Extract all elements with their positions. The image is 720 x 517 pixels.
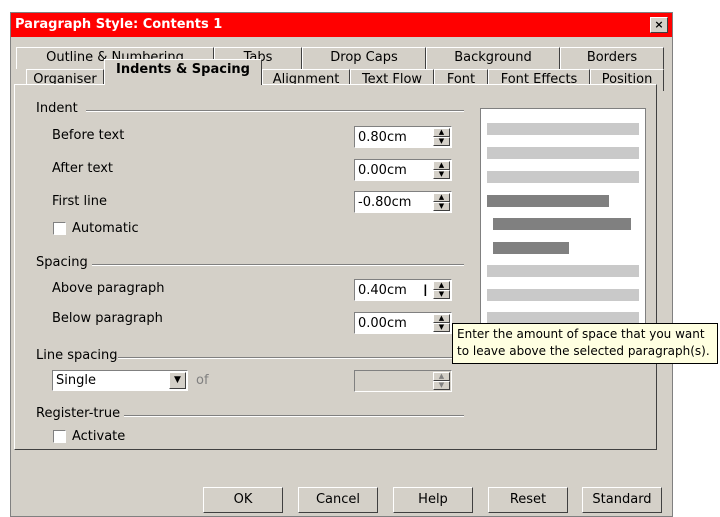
preview-line <box>487 171 639 183</box>
spacing-divider <box>92 264 464 266</box>
before-text-spinbox[interactable]: 0.80cm ▲ ▼ <box>354 126 452 148</box>
first-line-label: First line <box>52 194 107 209</box>
spin-up-icon[interactable]: ▲ <box>433 193 450 202</box>
help-tooltip: Enter the amount of space that you want … <box>452 323 718 364</box>
preview-current-line <box>493 242 569 254</box>
indent-heading: Indent <box>36 101 78 116</box>
tooltip-line-1: Enter the amount of space that you want <box>457 327 705 341</box>
chevron-down-icon[interactable]: ▼ <box>169 372 186 389</box>
spin-up-icon[interactable]: ▲ <box>433 128 450 137</box>
spin-down-icon[interactable]: ▼ <box>433 290 450 299</box>
below-paragraph-spinbox[interactable]: 0.00cm ▲ ▼ <box>354 312 452 334</box>
cancel-button[interactable]: Cancel <box>298 487 378 513</box>
of-label: of <box>196 373 209 388</box>
automatic-label: Automatic <box>72 221 139 236</box>
preview-line <box>487 289 639 301</box>
spin-up-icon[interactable]: ▲ <box>433 281 450 290</box>
register-true-divider <box>124 415 464 417</box>
preview-line <box>487 123 639 135</box>
first-line-value[interactable]: -0.80cm <box>358 195 411 210</box>
after-text-value[interactable]: 0.00cm <box>358 163 407 178</box>
preview-current-line <box>493 218 631 230</box>
tab-borders[interactable]: Borders <box>560 47 664 69</box>
automatic-checkbox[interactable] <box>53 222 66 235</box>
before-text-value[interactable]: 0.80cm <box>358 130 407 145</box>
standard-button[interactable]: Standard <box>582 487 662 513</box>
after-text-label: After text <box>52 161 114 176</box>
spin-up-icon[interactable]: ▲ <box>433 161 450 170</box>
line-spacing-heading: Line spacing <box>36 348 118 363</box>
preview-line <box>487 147 639 159</box>
spin-down-icon[interactable]: ▼ <box>433 137 450 146</box>
help-button[interactable]: Help <box>393 487 473 513</box>
preview-current-line <box>487 195 609 207</box>
activate-checkbox[interactable] <box>53 430 66 443</box>
line-spacing-selected: Single <box>56 373 96 388</box>
line-spacing-divider <box>118 357 452 359</box>
before-text-label: Before text <box>52 128 125 143</box>
tab-drop-caps[interactable]: Drop Caps <box>302 47 426 69</box>
window-title: Paragraph Style: Contents 1 <box>15 17 223 32</box>
spin-up-icon[interactable]: ▲ <box>433 314 450 323</box>
below-paragraph-label: Below paragraph <box>52 311 163 326</box>
first-line-spinbox[interactable]: -0.80cm ▲ ▼ <box>354 191 452 213</box>
preview-line <box>487 265 639 277</box>
above-paragraph-value[interactable]: 0.40cm <box>358 283 407 298</box>
reset-button[interactable]: Reset <box>488 487 568 513</box>
spin-up-icon: ▲ <box>433 372 450 381</box>
spin-down-icon[interactable]: ▼ <box>433 170 450 179</box>
above-paragraph-label: Above paragraph <box>52 281 165 296</box>
line-spacing-value-spinbox: ▲ ▼ <box>354 370 452 392</box>
below-paragraph-value[interactable]: 0.00cm <box>358 316 407 331</box>
spin-down-icon[interactable]: ▼ <box>433 323 450 332</box>
line-spacing-select[interactable]: Single ▼ <box>52 370 188 391</box>
spin-down-icon: ▼ <box>433 381 450 390</box>
text-cursor-icon: I <box>423 281 428 300</box>
tooltip-line-2: to leave above the selected paragraph(s)… <box>457 344 710 358</box>
paragraph-preview <box>480 108 646 340</box>
spacing-heading: Spacing <box>36 255 88 270</box>
indent-divider <box>86 110 464 112</box>
activate-label: Activate <box>72 429 126 444</box>
title-bar[interactable]: Paragraph Style: Contents 1 × <box>11 13 672 37</box>
tab-background[interactable]: Background <box>426 47 560 69</box>
register-true-heading: Register-true <box>36 406 121 421</box>
ok-button[interactable]: OK <box>203 487 283 513</box>
close-button[interactable]: × <box>650 17 668 33</box>
spin-down-icon[interactable]: ▼ <box>433 202 450 211</box>
above-paragraph-spinbox[interactable]: 0.40cm I ▲ ▼ <box>354 279 452 301</box>
tab-indents-spacing[interactable]: Indents & Spacing <box>104 59 262 85</box>
after-text-spinbox[interactable]: 0.00cm ▲ ▼ <box>354 159 452 181</box>
